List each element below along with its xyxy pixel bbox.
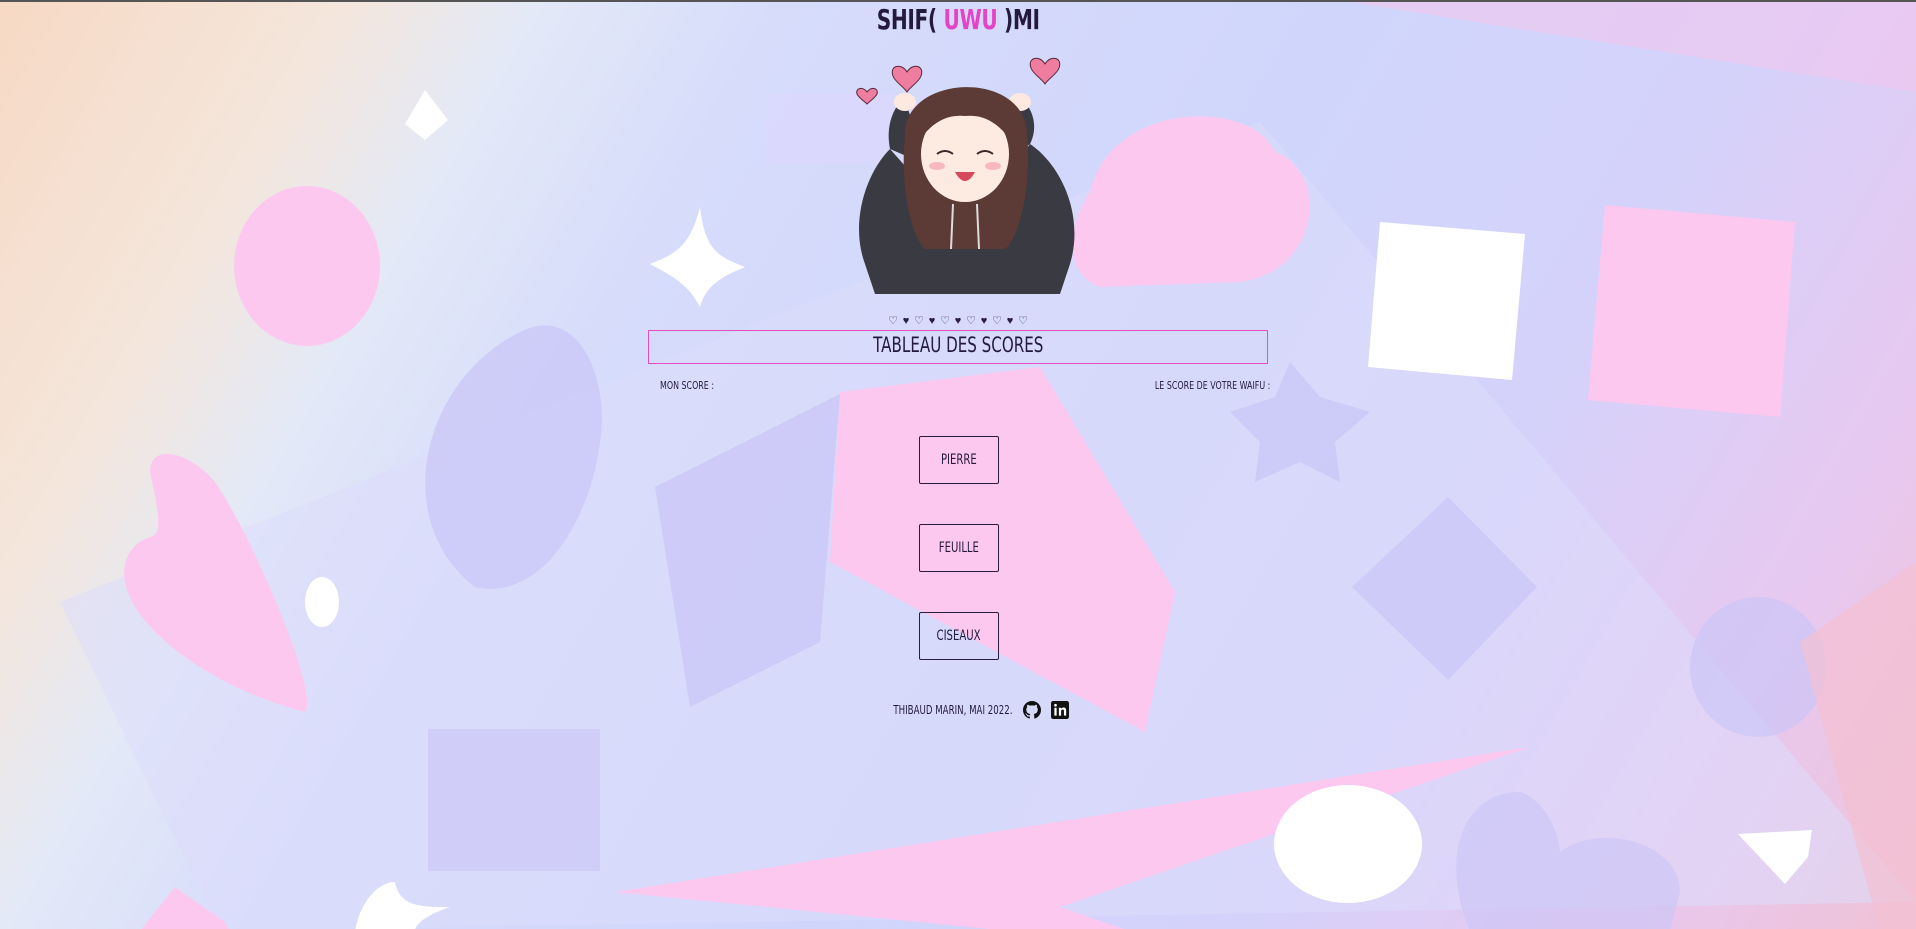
life-hearts: ♡ ♥ ♡ ♥ ♡ ♥ ♡ ♥ ♡ ♥ ♡: [0, 314, 1916, 327]
rock-button[interactable]: PIERRE: [919, 436, 999, 484]
heart-icon: ♡: [940, 315, 950, 327]
app-title: SHIF( UWU )MI: [0, 3, 1916, 36]
heart-icon: ♡: [888, 315, 898, 327]
title-prefix: SHIF(: [876, 3, 937, 36]
title-suffix: )MI: [1003, 3, 1040, 36]
my-score-label: MON SCORE :: [660, 379, 714, 392]
paper-button-label: FEUILLE: [938, 540, 980, 556]
waifu-score-label: LE SCORE DE VOTRE WAIFU :: [1154, 379, 1270, 392]
heart-icon: ♥: [980, 315, 988, 327]
heart-icon: ♡: [966, 315, 976, 327]
heart-icon: ♥: [902, 315, 910, 327]
heart-icon: ♡: [914, 315, 924, 327]
scoreboard-title: TABLEAU DES SCORES: [872, 333, 1044, 357]
footer: THIBAUD MARIN, MAI 2022.: [0, 701, 1916, 719]
heart-icon: ♥: [928, 315, 936, 327]
scissors-button-label: CISEAUX: [937, 628, 981, 644]
title-accent: UWU: [943, 3, 998, 36]
linkedin-icon[interactable]: [1051, 701, 1070, 719]
scoreboard-title-box: TABLEAU DES SCORES: [648, 330, 1268, 364]
waifu-illustration: [856, 57, 1075, 294]
footer-credit: THIBAUD MARIN, MAI 2022.: [893, 703, 1013, 717]
github-icon[interactable]: [1022, 701, 1041, 719]
heart-icon: ♡: [1018, 315, 1028, 327]
rock-button-label: PIERRE: [941, 452, 977, 468]
heart-icon: ♡: [992, 315, 1002, 327]
paper-button[interactable]: FEUILLE: [919, 524, 999, 572]
heart-icon: ♥: [1006, 315, 1014, 327]
heart-icon: ♥: [954, 315, 962, 327]
scissors-button[interactable]: CISEAUX: [919, 612, 999, 660]
